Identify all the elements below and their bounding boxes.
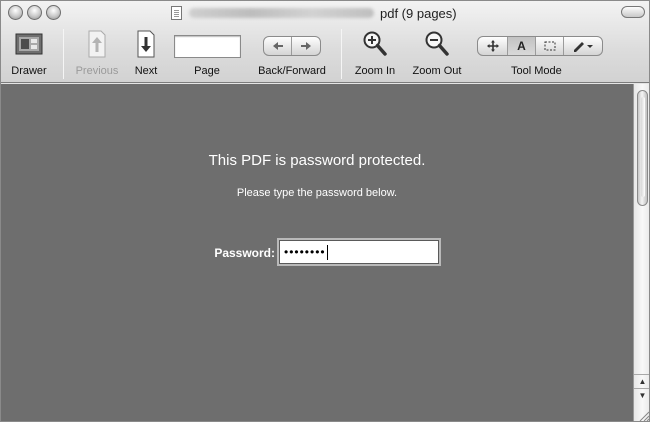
zoom-window-button[interactable] xyxy=(46,5,61,20)
magnifier-minus-icon xyxy=(407,29,467,59)
scroll-down-arrow-icon[interactable]: ▼ xyxy=(634,388,649,402)
page-control: Page xyxy=(173,29,241,77)
title-toolbar-area: pdf (9 pages) Drawer Previous Next Page … xyxy=(1,1,649,83)
password-label: Password: xyxy=(214,246,275,260)
magnifier-plus-icon xyxy=(351,29,399,59)
tool-mode-label: Tool Mode xyxy=(511,65,562,77)
move-tool-button[interactable] xyxy=(478,37,508,55)
document-view: This PDF is password protected. Please t… xyxy=(1,84,633,421)
select-tool-button[interactable] xyxy=(536,37,564,55)
forward-button[interactable] xyxy=(292,37,320,55)
next-page-button[interactable]: Next xyxy=(129,29,163,77)
minimize-window-button[interactable] xyxy=(27,5,42,20)
password-input[interactable]: •••••••• xyxy=(279,240,439,264)
annotate-pen-icon xyxy=(574,42,593,52)
select-rect-icon xyxy=(544,41,555,51)
previous-page-button[interactable]: Previous xyxy=(74,29,120,77)
preview-window: pdf (9 pages) Drawer Previous Next Page … xyxy=(0,0,650,422)
annotate-tool-button[interactable] xyxy=(564,37,602,55)
drawer-button[interactable]: Drawer xyxy=(9,29,49,77)
back-forward-segmented xyxy=(263,36,321,56)
password-protected-heading: This PDF is password protected. xyxy=(208,152,426,169)
move-icon xyxy=(486,40,499,52)
zoom-out-button[interactable]: Zoom Out xyxy=(407,29,467,77)
window-title-area: pdf (9 pages) xyxy=(171,4,491,22)
toolbar-separator xyxy=(341,29,342,79)
scroll-up-arrow-icon[interactable]: ▲ xyxy=(634,374,649,388)
password-instruction: Please type the password below. xyxy=(236,187,398,199)
toolbar-toggle-button[interactable] xyxy=(621,6,645,18)
vertical-scrollbar[interactable]: ▲ ▼ xyxy=(633,84,649,421)
password-masked-value: •••••••• xyxy=(284,245,326,259)
back-forward-label: Back/Forward xyxy=(258,65,326,77)
previous-label: Previous xyxy=(75,65,119,77)
title-redacted-filename xyxy=(189,8,374,18)
page-label: Page xyxy=(194,65,220,77)
zoom-out-label: Zoom Out xyxy=(412,65,462,77)
zoom-in-button[interactable]: Zoom In xyxy=(351,29,399,77)
page-number-input[interactable] xyxy=(173,35,241,58)
zoom-in-label: Zoom In xyxy=(354,65,396,77)
close-window-button[interactable] xyxy=(8,5,23,20)
arrow-down-page-icon xyxy=(129,29,163,59)
back-arrow-icon xyxy=(272,42,283,50)
text-tool-letter: A xyxy=(517,39,526,53)
arrow-up-page-icon xyxy=(74,29,120,59)
next-label: Next xyxy=(134,65,158,77)
drawer-icon xyxy=(13,29,45,59)
resize-grip-icon[interactable] xyxy=(633,405,649,421)
drawer-label: Drawer xyxy=(11,65,47,77)
back-forward-control: Back/Forward xyxy=(253,29,331,77)
scrollbar-thumb[interactable] xyxy=(637,90,648,206)
text-caret xyxy=(326,244,328,260)
tool-mode-control: A Tool Mode xyxy=(477,29,603,77)
window-title: pdf (9 pages) xyxy=(380,5,457,21)
tool-mode-segmented: A xyxy=(477,36,603,56)
back-button[interactable] xyxy=(264,37,293,55)
text-tool-button[interactable]: A xyxy=(508,37,536,55)
forward-arrow-icon xyxy=(301,42,311,50)
document-proxy-icon[interactable] xyxy=(171,6,182,20)
toolbar-separator xyxy=(63,29,64,79)
